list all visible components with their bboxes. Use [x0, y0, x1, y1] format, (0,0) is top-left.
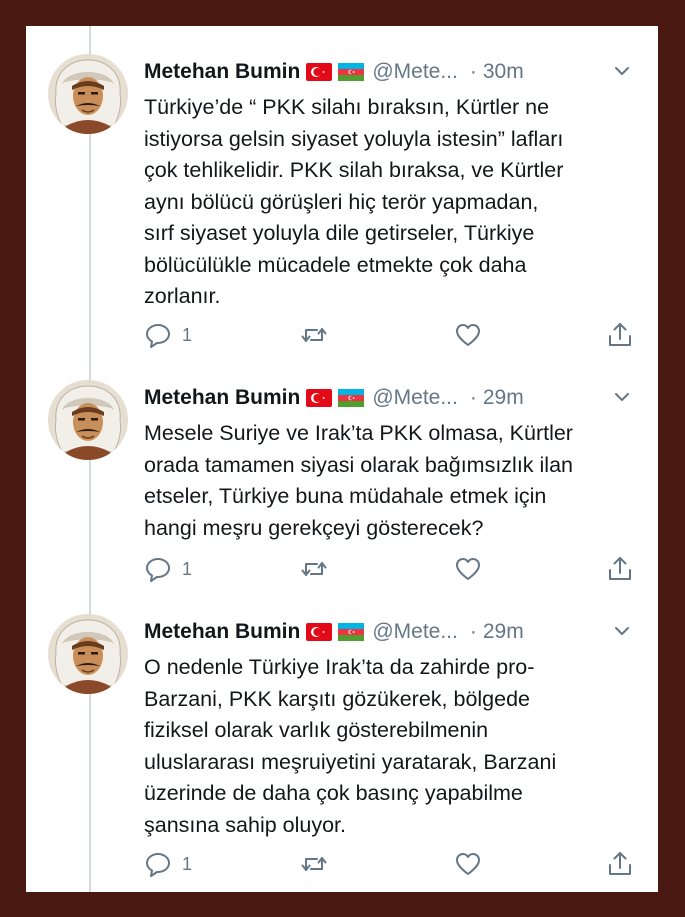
retweet-icon [300, 321, 328, 349]
turkey-flag-icon [306, 389, 332, 407]
author-name[interactable]: Metehan Bumin [144, 60, 300, 84]
turkey-flag-icon [306, 623, 332, 641]
tweet-text-line: sırf siyaset yoluyla dile getirseler, Tü… [144, 221, 535, 245]
chevron-down-icon[interactable] [612, 621, 632, 641]
tweet-text-line: üzerinde de daha çok basınç yapabilme [144, 781, 523, 805]
tweet-text-line: aynı bölücü görüşleri hiç terör yapmadan… [144, 189, 539, 214]
reply-button[interactable]: 1 [144, 847, 192, 881]
author-handle[interactable]: @Mete... [372, 386, 458, 410]
tweet-text: Türkiye’de “ PKK silahı bıraksın, Kürtle… [144, 92, 644, 313]
tweet-header: Metehan Bumin @Mete... · 29m [144, 612, 658, 652]
heart-icon [454, 850, 482, 878]
azerbaijan-flag-icon [338, 623, 364, 641]
retweet-icon [300, 850, 328, 878]
tweet-header: Metehan Bumin @Mete... · 30m [144, 52, 658, 92]
share-button[interactable] [606, 318, 634, 352]
tweet-text-line: Mesele Suriye ve Irak’ta PKK olmasa, Kür… [144, 421, 573, 445]
retweet-button[interactable] [300, 552, 328, 586]
author-name[interactable]: Metehan Bumin [144, 620, 300, 644]
reply-count: 1 [182, 324, 193, 345]
tweet-text-line: çok tehlikelidir. PKK silah bıraksa, ve … [144, 158, 564, 182]
azerbaijan-flag-icon [338, 389, 364, 407]
tweet-header: Metehan Bumin @Mete... · 29m [144, 378, 658, 418]
avatar[interactable] [48, 614, 128, 694]
author-name[interactable]: Metehan Bumin [144, 386, 300, 410]
tweet-text-line: etseler, Türkiye buna müdahale etmek içi… [144, 484, 547, 508]
tweet-text-line: orada tamamen siyasi olarak bağımsızlık … [144, 452, 573, 477]
retweet-button[interactable] [300, 318, 328, 352]
separator-dot: · [469, 60, 477, 83]
tweet-text-line: istiyorsa gelsin siyaset yoluyla istesin… [144, 126, 564, 151]
share-icon [606, 321, 634, 349]
reply-icon [144, 555, 172, 583]
timestamp[interactable]: 30m [483, 60, 524, 84]
tweet-text: O nedenle Türkiye Irak’ta da zahirde pro… [144, 652, 644, 841]
heart-icon [454, 555, 482, 583]
author-handle[interactable]: @Mete... [372, 620, 458, 644]
tweet-actions: 1 [144, 847, 658, 881]
tweet-text-line: Türkiye’de “ PKK silahı bıraksın, Kürtle… [144, 95, 550, 119]
reply-icon [144, 850, 172, 878]
timestamp[interactable]: 29m [483, 620, 524, 644]
tweet-text-line: Barzani, PKK karşıtı gözükerek, bölgede [144, 686, 531, 711]
tweet-text-line: bölücülükle mücadele etmekte çok daha [144, 252, 527, 277]
timestamp[interactable]: 29m [483, 386, 524, 410]
tweet-text-line: şansına sahip oluyor. [144, 812, 346, 837]
heart-icon [454, 321, 482, 349]
reply-count: 1 [182, 853, 193, 874]
like-button[interactable] [454, 552, 482, 586]
tweet-text-line: fiziksel olarak varlık gösterebilmenin [144, 718, 489, 742]
share-button[interactable] [606, 552, 634, 586]
like-button[interactable] [454, 318, 482, 352]
share-button[interactable] [606, 847, 634, 881]
tweet-text-line: hangi meşru gerekçeyi gösterecek? [144, 515, 484, 540]
separator-dot: · [469, 620, 477, 643]
turkey-flag-icon [306, 63, 332, 81]
tweet-text: Mesele Suriye ve Irak’ta PKK olmasa, Kür… [144, 418, 644, 544]
separator-dot: · [469, 386, 477, 409]
chevron-down-icon[interactable] [612, 387, 632, 407]
tweet-actions: 1 [144, 318, 658, 352]
retweet-button[interactable] [300, 847, 328, 881]
retweet-icon [300, 555, 328, 583]
chevron-down-icon[interactable] [612, 61, 632, 81]
tweet-text-line: O nedenle Türkiye Irak’ta da zahirde pro… [144, 655, 535, 679]
reply-button[interactable]: 1 [144, 552, 192, 586]
reply-count: 1 [182, 558, 193, 579]
author-handle[interactable]: @Mete... [372, 60, 458, 84]
avatar[interactable] [48, 54, 128, 134]
reply-button[interactable]: 1 [144, 318, 192, 352]
share-icon [606, 850, 634, 878]
reply-icon [144, 321, 172, 349]
tweet-actions: 1 [144, 552, 658, 586]
tweet-text-line: uluslararası meşruiyetini yaratarak, Bar… [144, 749, 557, 774]
tweet-text-line: zorlanır. [144, 284, 221, 308]
like-button[interactable] [454, 847, 482, 881]
azerbaijan-flag-icon [338, 63, 364, 81]
avatar[interactable] [48, 380, 128, 460]
share-icon [606, 555, 634, 583]
